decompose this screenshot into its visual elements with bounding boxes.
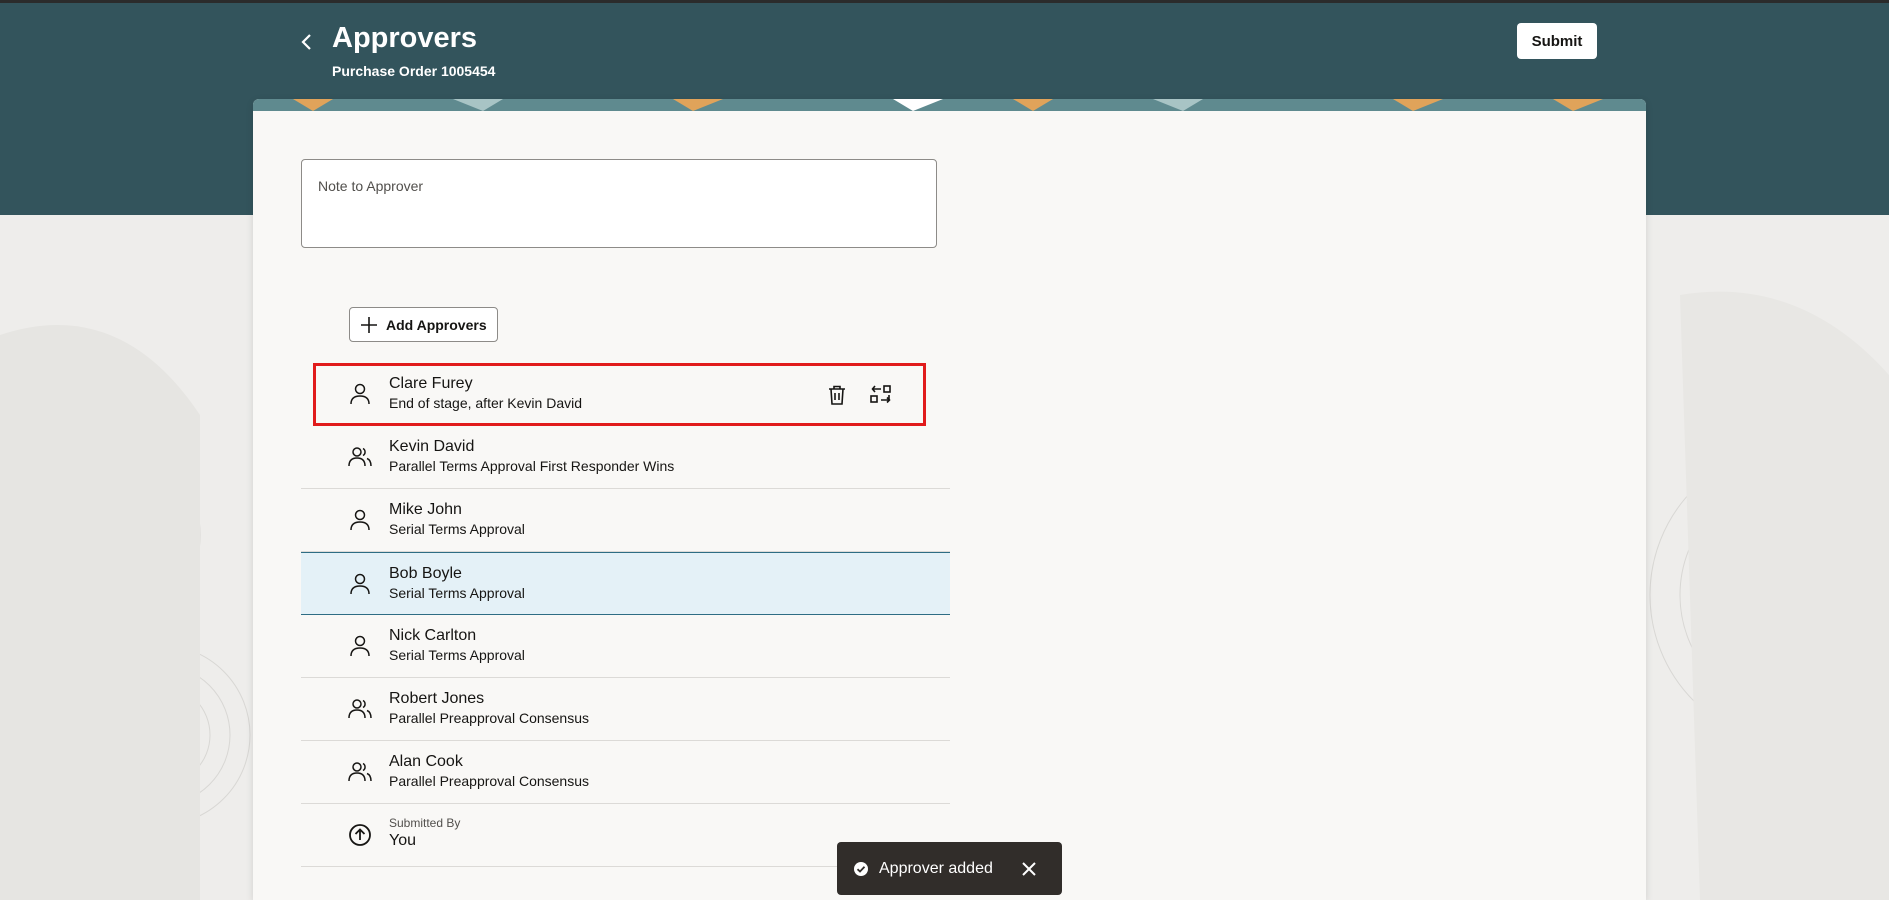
check-circle-icon	[854, 861, 868, 876]
approver-detail: Parallel Preapproval Consensus	[389, 710, 589, 726]
arrow-up-circle-icon	[349, 824, 371, 846]
plus-icon	[361, 316, 377, 333]
approver-detail: Serial Terms Approval	[389, 585, 525, 601]
card-banner-pattern	[253, 99, 1646, 111]
person-icon	[350, 509, 370, 531]
approver-detail: Parallel Terms Approval First Responder …	[389, 458, 675, 474]
person-icon	[350, 573, 370, 595]
approver-name: Bob Boyle	[389, 565, 462, 582]
approver-name: Nick Carlton	[389, 627, 477, 644]
approver-detail: Parallel Preapproval Consensus	[389, 773, 589, 789]
swap-icon	[870, 385, 891, 404]
submit-button[interactable]: Submit	[1517, 23, 1597, 59]
add-approvers-button[interactable]: Add Approvers	[349, 307, 498, 342]
approver-detail: Serial Terms Approval	[389, 647, 525, 663]
list-item[interactable]: Mike John Serial Terms Approval	[301, 489, 950, 552]
approvers-card: Note to Approver Add Approvers Clare Fur…	[253, 99, 1646, 900]
toast-close-button[interactable]	[1018, 858, 1040, 880]
change-order-button[interactable]	[869, 383, 893, 407]
note-to-approver-field[interactable]: Note to Approver	[301, 159, 937, 248]
person-icon	[350, 635, 370, 657]
submitted-by-label: Submitted By	[389, 816, 461, 830]
chevron-left-icon	[301, 34, 311, 50]
back-button[interactable]	[294, 26, 318, 58]
person-icon	[350, 383, 370, 405]
approver-name: Alan Cook	[389, 753, 463, 770]
page-subtitle: Purchase Order 1005454	[332, 63, 496, 79]
approver-name: Kevin David	[389, 438, 475, 455]
list-item[interactable]: Nick Carlton Serial Terms Approval	[301, 615, 950, 678]
add-approvers-label: Add Approvers	[386, 316, 487, 333]
toast-notification: Approver added	[837, 842, 1062, 895]
trash-icon	[829, 385, 845, 405]
approver-name: Robert Jones	[389, 690, 485, 707]
list-item[interactable]: Clare Furey End of stage, after Kevin Da…	[313, 363, 926, 426]
approver-detail: End of stage, after Kevin David	[389, 395, 582, 411]
list-item[interactable]: Robert Jones Parallel Preapproval Consen…	[301, 678, 950, 741]
delete-button[interactable]	[825, 383, 849, 407]
approver-name: Mike John	[389, 501, 462, 518]
list-item[interactable]: Kevin David Parallel Terms Approval Firs…	[301, 426, 950, 489]
page-title: Approvers	[332, 22, 478, 54]
group-icon	[348, 447, 372, 467]
list-item[interactable]: Alan Cook Parallel Preapproval Consensus	[301, 741, 950, 804]
group-icon	[348, 699, 372, 719]
group-icon	[348, 762, 372, 782]
list-item[interactable]: Bob Boyle Serial Terms Approval	[301, 552, 950, 615]
approver-name: Clare Furey	[389, 375, 473, 392]
approver-detail: Serial Terms Approval	[389, 521, 525, 537]
note-to-approver-label: Note to Approver	[318, 178, 424, 194]
submitted-by-value: You	[389, 832, 416, 849]
toast-message: Approver added	[879, 859, 993, 877]
close-icon	[1022, 862, 1036, 876]
approvers-list: Clare Furey End of stage, after Kevin Da…	[301, 363, 950, 867]
